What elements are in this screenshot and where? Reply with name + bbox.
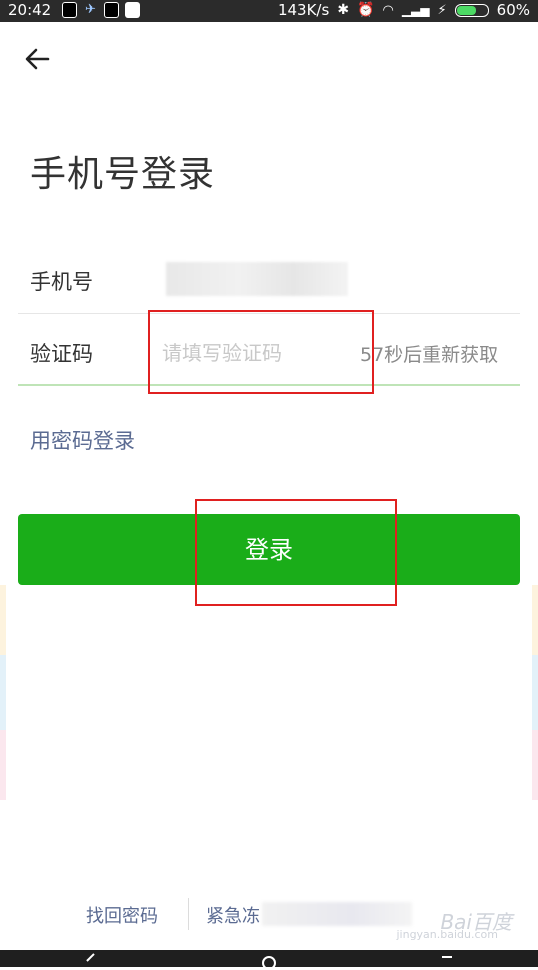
navigation-bar [0,950,538,970]
wifi-icon: ◠ [382,2,394,18]
app-notification-icon [104,2,119,18]
password-login-link[interactable]: 用密码登录 [30,425,135,455]
emergency-freeze-link[interactable]: 紧急冻 [206,902,260,928]
notification-icons: ✈ [62,2,140,18]
menu-nav-icon[interactable] [442,956,452,968]
background-stripe [0,730,6,800]
background-stripe [0,585,6,655]
code-label: 验证码 [30,342,93,366]
network-speed: 143K/s [277,1,330,19]
bird-icon: ✈ [85,2,96,17]
annotation-box-code [148,310,374,394]
blurred-text [262,902,412,926]
charging-icon: ⚡ [437,2,447,18]
background-stripe [532,585,538,655]
resend-countdown: 57秒后重新获取 [360,344,499,366]
footer-divider [188,898,189,930]
signal-icon: ▁▃▅ [401,3,430,17]
status-right: 143K/s ✱ ⏰ ◠ ▁▃▅ ⚡ 60% [278,1,530,19]
battery-icon [454,3,489,17]
background-stripe [0,655,6,730]
page-title: 手机号登录 [30,154,216,195]
find-password-link[interactable]: 找回密码 [86,902,158,928]
status-bar: 20:42 ✈ 143K/s ✱ ⏰ ◠ ▁▃▅ ⚡ 60% [0,0,538,22]
watermark-url: jingyan.baidu.com [396,928,498,941]
message-icon [125,2,140,18]
back-arrow-icon[interactable] [20,42,54,76]
battery-percent: 60% [496,1,530,19]
phone-label: 手机号 [30,270,93,294]
bluetooth-icon: ✱ [337,2,350,18]
annotation-box-login [195,499,397,606]
background-stripe [532,655,538,730]
alarm-icon: ⏰ [357,2,375,18]
back-nav-icon[interactable] [86,953,102,969]
status-time: 20:42 [8,1,52,19]
home-nav-icon[interactable] [262,956,276,970]
app-notification-icon [62,2,77,18]
background-stripe [532,730,538,800]
phone-number-field[interactable]: + [166,262,348,296]
